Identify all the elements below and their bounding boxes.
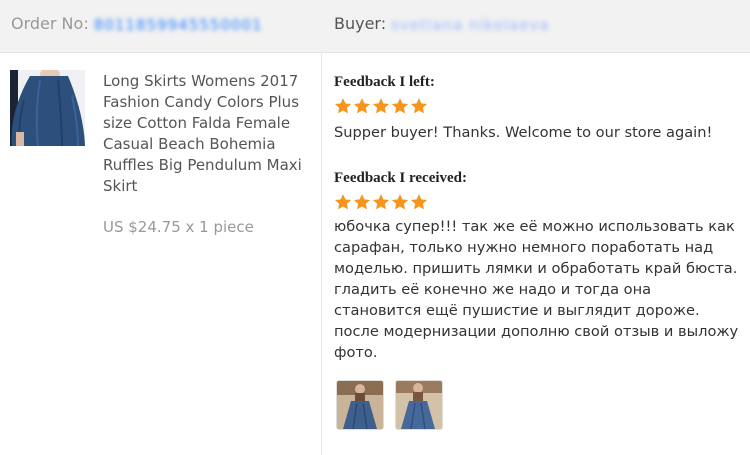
star-icon [334, 98, 352, 114]
product-title[interactable]: Long Skirts Womens 2017 Fashion Candy Co… [103, 71, 315, 197]
buyer-row: Buyer: svetlana nikolaeva [334, 14, 550, 34]
feedback-received-text: юбочка супер!!! так же её можно использо… [334, 218, 739, 361]
feedback-received-rating [334, 193, 744, 213]
star-icon [353, 194, 371, 210]
star-icon [334, 194, 352, 210]
product-price: US $24.75 x 1 piece [103, 218, 254, 236]
order-number[interactable]: 8011859945550001 [94, 16, 263, 34]
feedback-left-section: Feedback I left: Supper buyer! Thanks. W… [334, 73, 744, 143]
feedback-received-section: Feedback I received: юбочка супер!!! так… [334, 169, 744, 363]
skirt-photo-icon [10, 70, 85, 146]
star-icon [372, 98, 390, 114]
feedback-left-rating [334, 97, 744, 117]
feedback-received-heading: Feedback I received: [334, 170, 468, 186]
product-image[interactable] [10, 70, 85, 146]
buyer-photo-icon [396, 381, 442, 429]
order-number-row: Order No: 8011859945550001 [11, 14, 263, 34]
star-icon [410, 194, 428, 210]
buyer-photo-icon [337, 381, 383, 429]
buyer-name[interactable]: svetlana nikolaeva [391, 16, 549, 34]
order-label: Order No: [11, 14, 89, 33]
column-divider [321, 52, 322, 455]
star-icon [410, 98, 428, 114]
star-icon [391, 98, 409, 114]
order-header: Order No: 8011859945550001 Buyer: svetla… [0, 0, 750, 53]
feedback-left-text: Supper buyer! Thanks. Welcome to our sto… [334, 124, 713, 141]
star-icon [353, 98, 371, 114]
buyer-label: Buyer: [334, 14, 387, 33]
star-icon [372, 194, 390, 210]
feedback-left-heading: Feedback I left: [334, 74, 435, 90]
star-icon [391, 194, 409, 210]
buyer-photos [336, 380, 443, 430]
buyer-photo-thumb-2[interactable] [395, 380, 443, 430]
buyer-photo-thumb-1[interactable] [336, 380, 384, 430]
